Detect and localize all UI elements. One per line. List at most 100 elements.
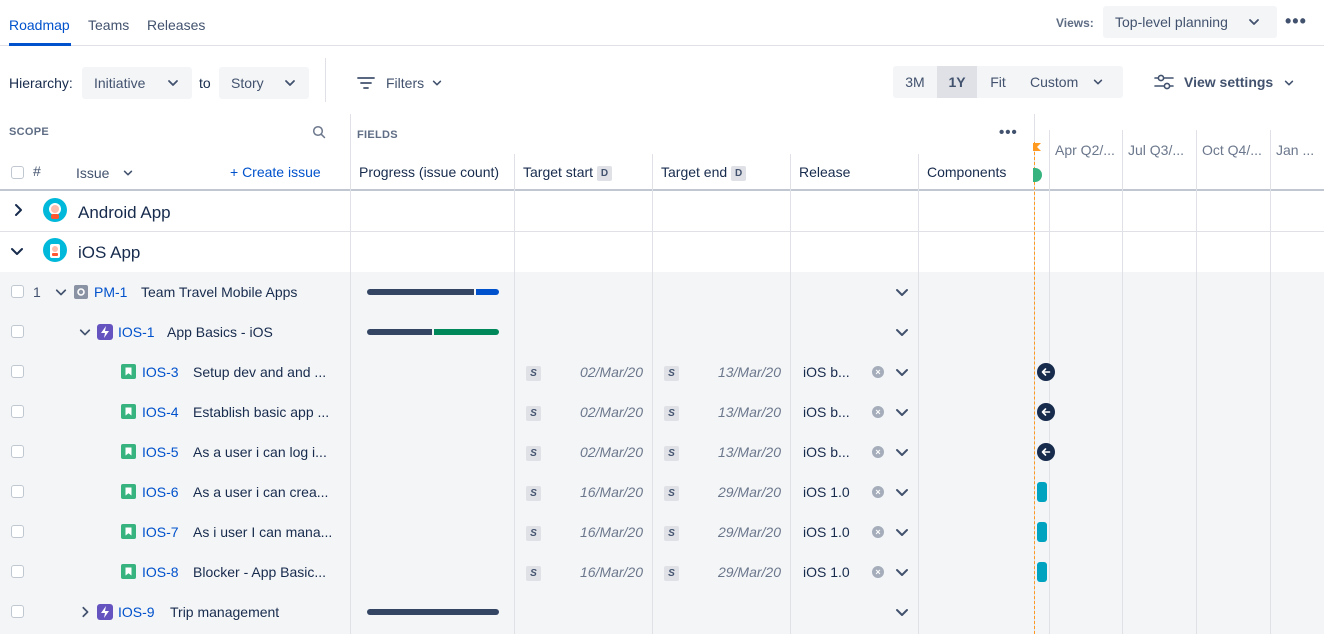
row-checkbox[interactable] [11, 485, 24, 498]
tab-teams[interactable]: Teams [88, 17, 129, 33]
clear-release-icon[interactable]: × [872, 406, 884, 418]
more-actions-icon[interactable]: ••• [1285, 11, 1307, 32]
target-start-value[interactable]: 02/Mar/20 [548, 444, 643, 460]
search-icon[interactable] [312, 125, 326, 139]
chevron-down-icon[interactable] [895, 485, 909, 502]
chevron-down-icon[interactable] [895, 445, 909, 462]
issue-summary[interactable]: Setup dev and and ... [193, 364, 326, 380]
issue-key[interactable]: IOS-9 [118, 604, 155, 620]
issue-summary[interactable]: As a user i can crea... [193, 484, 328, 500]
chevron-down-icon[interactable] [895, 285, 909, 299]
chevron-down-icon[interactable] [895, 605, 909, 619]
row-checkbox[interactable] [11, 565, 24, 578]
issue-key[interactable]: IOS-5 [142, 444, 179, 460]
clear-release-icon[interactable]: × [872, 526, 884, 538]
chevron-right-icon[interactable] [79, 606, 91, 618]
clear-release-icon[interactable]: × [872, 566, 884, 578]
target-start-value[interactable]: 16/Mar/20 [548, 564, 643, 580]
issue-summary[interactable]: App Basics - iOS [167, 324, 273, 340]
issue-key[interactable]: IOS-4 [142, 404, 179, 420]
release-value[interactable]: iOS 1.0 [803, 484, 850, 500]
hierarchy-to-select[interactable]: Story [219, 67, 309, 99]
zoom-custom-select[interactable]: Custom [1019, 66, 1123, 98]
row-checkbox[interactable] [11, 445, 24, 458]
column-divider [790, 154, 791, 634]
chevron-down-icon[interactable] [895, 565, 909, 582]
target-start-value[interactable]: 02/Mar/20 [548, 364, 643, 380]
target-end-value[interactable]: 13/Mar/20 [686, 364, 781, 380]
clear-release-icon[interactable]: × [872, 486, 884, 498]
filters-button[interactable]: Filters [357, 74, 447, 94]
issue-key[interactable]: IOS-7 [142, 524, 179, 540]
chevron-down-icon[interactable] [895, 525, 909, 542]
date-source-badge: S [526, 446, 541, 461]
issue-column-heading[interactable]: Issue [76, 165, 109, 181]
row-checkbox[interactable] [11, 525, 24, 538]
issue-summary[interactable]: Establish basic app ... [193, 404, 329, 420]
target-end-value[interactable]: 13/Mar/20 [686, 444, 781, 460]
issue-key[interactable]: IOS-3 [142, 364, 179, 380]
zoom-fit-button[interactable]: Fit [977, 66, 1019, 98]
issue-summary[interactable]: Team Travel Mobile Apps [141, 284, 297, 300]
row-checkbox[interactable] [11, 605, 24, 618]
chevron-down-icon[interactable] [122, 167, 134, 179]
date-source-badge: S [664, 526, 679, 541]
release-value[interactable]: iOS 1.0 [803, 524, 850, 540]
select-all-checkbox[interactable] [11, 166, 24, 179]
chevron-down-icon[interactable] [895, 405, 909, 422]
views-select[interactable]: Top-level planning [1103, 6, 1277, 38]
target-end-value[interactable]: 13/Mar/20 [686, 404, 781, 420]
target-start-value[interactable]: 16/Mar/20 [548, 524, 643, 540]
release-value[interactable]: iOS 1.0 [803, 564, 850, 580]
timeline-schedule-bar[interactable] [1037, 482, 1047, 502]
release-marker[interactable] [1033, 168, 1042, 182]
issue-summary[interactable]: As i user I can mana... [193, 524, 332, 540]
zoom-1y-button[interactable]: 1Y [937, 66, 977, 98]
chevron-down-icon[interactable] [895, 365, 909, 382]
target-start-value[interactable]: 02/Mar/20 [548, 404, 643, 420]
tab-roadmap[interactable]: Roadmap [9, 17, 70, 33]
zoom-3m-button[interactable]: 3M [893, 66, 937, 98]
chevron-down-icon[interactable] [10, 244, 24, 258]
fields-more-icon[interactable]: ••• [999, 124, 1018, 141]
create-issue-button[interactable]: + Create issue [230, 164, 321, 180]
timeline-schedule-bar[interactable] [1037, 562, 1047, 582]
target-end-value[interactable]: 29/Mar/20 [686, 524, 781, 540]
row-checkbox[interactable] [11, 325, 24, 338]
timeline-offscreen-arrow[interactable] [1037, 363, 1055, 381]
timeline-offscreen-arrow[interactable] [1037, 403, 1055, 421]
chevron-down-icon[interactable] [79, 326, 91, 338]
issue-key[interactable]: IOS-6 [142, 484, 179, 500]
timeline-offscreen-arrow[interactable] [1037, 443, 1055, 461]
release-value[interactable]: iOS b... [803, 364, 850, 380]
release-value[interactable]: iOS b... [803, 404, 850, 420]
view-settings-button[interactable]: View settings [1154, 74, 1299, 94]
chevron-down-icon[interactable] [895, 325, 909, 339]
row-checkbox[interactable] [11, 365, 24, 378]
clear-release-icon[interactable]: × [872, 446, 884, 458]
date-source-badge: S [526, 566, 541, 581]
hierarchy-from-select[interactable]: Initiative [82, 67, 192, 99]
issue-key[interactable]: IOS-8 [142, 564, 179, 580]
target-end-value[interactable]: 29/Mar/20 [686, 564, 781, 580]
target-start-value[interactable]: 16/Mar/20 [548, 484, 643, 500]
issue-summary[interactable]: Blocker - App Basic... [193, 564, 326, 580]
progress-bar [367, 609, 499, 615]
chevron-down-icon[interactable] [55, 286, 67, 298]
chevron-right-icon[interactable] [11, 203, 25, 217]
release-value[interactable]: iOS b... [803, 444, 850, 460]
timeline-zoom-control: 3M 1Y Fit Custom [893, 66, 1123, 98]
issue-summary[interactable]: As a user i can log i... [193, 444, 327, 460]
issue-summary[interactable]: Trip management [170, 604, 279, 620]
timeline-schedule-bar[interactable] [1037, 522, 1047, 542]
row-checkbox[interactable] [11, 405, 24, 418]
issue-key[interactable]: IOS-1 [118, 324, 155, 340]
clear-release-icon[interactable]: × [872, 366, 884, 378]
row-checkbox[interactable] [11, 285, 24, 298]
tab-releases[interactable]: Releases [147, 17, 205, 33]
scope-heading: SCOPE [9, 126, 50, 138]
timeline-month-label: Oct Q4/... [1202, 142, 1262, 158]
target-end-value[interactable]: 29/Mar/20 [686, 484, 781, 500]
issue-key[interactable]: PM-1 [94, 284, 127, 300]
story-icon [121, 364, 136, 382]
